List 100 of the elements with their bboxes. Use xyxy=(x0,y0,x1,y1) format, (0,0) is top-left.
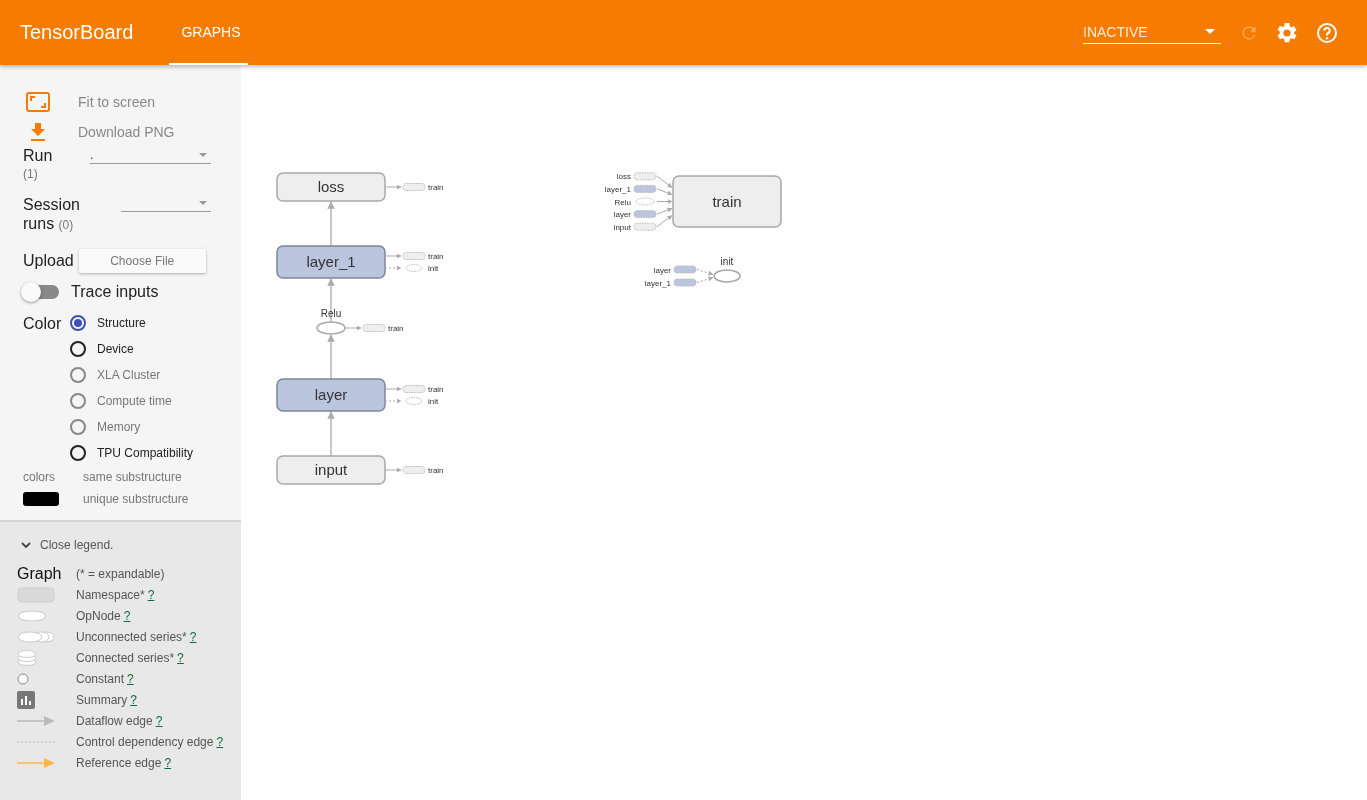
namespace-node[interactable] xyxy=(276,378,386,412)
settings-icon[interactable] xyxy=(1275,20,1299,45)
run-count: (1) xyxy=(23,167,39,181)
run-label: Run xyxy=(23,147,54,165)
caret-icon xyxy=(1205,29,1215,34)
help-link[interactable]: ? xyxy=(155,713,163,728)
stub-label: train xyxy=(428,385,444,394)
node-label: train xyxy=(712,192,742,210)
node-label: layer_1 xyxy=(306,253,356,270)
constant-icon xyxy=(17,672,29,685)
stub-label: layer_1 xyxy=(604,184,631,194)
legend-label: Constant xyxy=(76,671,125,686)
arrow-icon xyxy=(17,757,55,768)
session-runs-label: Session runs (0) xyxy=(23,195,81,234)
legend-label: Control dependency edge xyxy=(76,734,214,749)
radio-label[interactable]: Structure xyxy=(97,316,146,330)
edge-arrow xyxy=(327,411,335,457)
help-link[interactable]: ? xyxy=(147,587,155,602)
trace-inputs-label: Trace inputs xyxy=(71,283,159,301)
legend-label: Connected series* xyxy=(76,650,175,665)
help-link[interactable]: ? xyxy=(164,755,172,770)
arrow-icon xyxy=(17,715,55,726)
color-swatch xyxy=(23,492,59,506)
node-label: init xyxy=(720,256,734,267)
close-legend-link[interactable]: Close legend. xyxy=(40,538,114,552)
series-stub[interactable] xyxy=(633,215,673,231)
legend-label: Namespace* xyxy=(76,587,145,602)
stub-label: init xyxy=(428,264,439,273)
legend-label: Summary xyxy=(76,692,128,707)
series-stub[interactable] xyxy=(633,172,673,188)
stub-label: layer xyxy=(653,265,671,275)
radio-button[interactable] xyxy=(70,341,86,357)
legend-label: Dataflow edge xyxy=(76,713,153,728)
op-stub[interactable] xyxy=(384,397,423,405)
series-stub[interactable] xyxy=(673,265,714,276)
radio-label[interactable]: TPU Compatibility xyxy=(97,446,194,460)
series-icon xyxy=(17,630,55,643)
summary-icon xyxy=(17,690,35,709)
stub-label: train xyxy=(428,183,444,192)
series-stub[interactable] xyxy=(673,276,714,287)
choose-file-button[interactable]: Choose File xyxy=(78,249,206,273)
edge-arrow xyxy=(327,201,335,247)
stub-label: loss xyxy=(616,172,631,182)
stub-label: init xyxy=(428,397,439,406)
namespace-node[interactable] xyxy=(672,175,782,228)
radio-button[interactable] xyxy=(70,315,86,331)
namespace-node[interactable] xyxy=(276,172,386,202)
stub-label: Relu xyxy=(614,197,631,207)
op-node[interactable] xyxy=(713,269,741,283)
stub-label: train xyxy=(388,324,404,333)
help-link[interactable]: ? xyxy=(177,650,184,665)
namespace-node[interactable] xyxy=(276,455,386,485)
help-link[interactable]: ? xyxy=(130,692,138,707)
legend-title: Graph xyxy=(17,565,63,583)
stub-label: train xyxy=(428,252,444,261)
color-label: Color xyxy=(23,315,63,334)
help-link[interactable]: ? xyxy=(189,629,197,644)
colors-legend-text: unique substructure xyxy=(83,492,190,506)
help-link[interactable]: ? xyxy=(123,608,131,623)
stub-label: input xyxy=(613,222,631,232)
legend-label: Unconnected series* xyxy=(76,629,187,644)
series-stub[interactable] xyxy=(384,385,426,393)
help-link[interactable]: ? xyxy=(127,671,134,686)
series-stub[interactable] xyxy=(633,207,673,219)
action-link[interactable]: Download PNG xyxy=(78,124,175,140)
series-stub[interactable] xyxy=(384,183,426,191)
legend-label: OpNode xyxy=(76,608,121,623)
node-label: layer xyxy=(314,386,348,403)
chevron-icon[interactable] xyxy=(21,541,31,549)
op-stub[interactable] xyxy=(635,197,673,206)
node-label: input xyxy=(314,461,348,478)
radio-label[interactable]: Device xyxy=(97,342,134,356)
namespace-icon xyxy=(17,586,55,603)
node-label: Relu xyxy=(320,308,342,319)
legend-note: (* = expandable) xyxy=(76,567,165,581)
legend-label: Reference edge xyxy=(76,755,162,770)
op-node[interactable] xyxy=(316,321,346,335)
fit-screen-icon[interactable] xyxy=(26,92,50,112)
namespace-node[interactable] xyxy=(276,245,386,279)
stub-label: train xyxy=(428,466,444,475)
node-label: loss xyxy=(317,178,345,195)
trace-inputs-toggle[interactable] xyxy=(23,285,59,299)
caret-icon xyxy=(199,201,207,205)
action-link[interactable]: Fit to screen xyxy=(78,94,156,110)
caret-icon xyxy=(199,153,207,157)
op-stub[interactable] xyxy=(384,264,423,272)
series-stub[interactable] xyxy=(344,324,386,332)
opnode-icon xyxy=(17,609,47,622)
help-icon[interactable] xyxy=(1315,20,1339,45)
colors-legend-text: same substructure xyxy=(83,470,183,484)
help-link[interactable]: ? xyxy=(216,734,224,749)
radio-button[interactable] xyxy=(70,445,86,461)
series-stub[interactable] xyxy=(384,252,426,260)
edge-arrow xyxy=(327,334,335,380)
run-dropdown[interactable]: . xyxy=(90,147,211,164)
stack-icon xyxy=(17,649,37,666)
series-stub[interactable] xyxy=(633,184,673,196)
upload-label: Upload xyxy=(23,252,74,270)
app-title: TensorBoard xyxy=(20,21,134,44)
series-stub[interactable] xyxy=(384,466,426,474)
